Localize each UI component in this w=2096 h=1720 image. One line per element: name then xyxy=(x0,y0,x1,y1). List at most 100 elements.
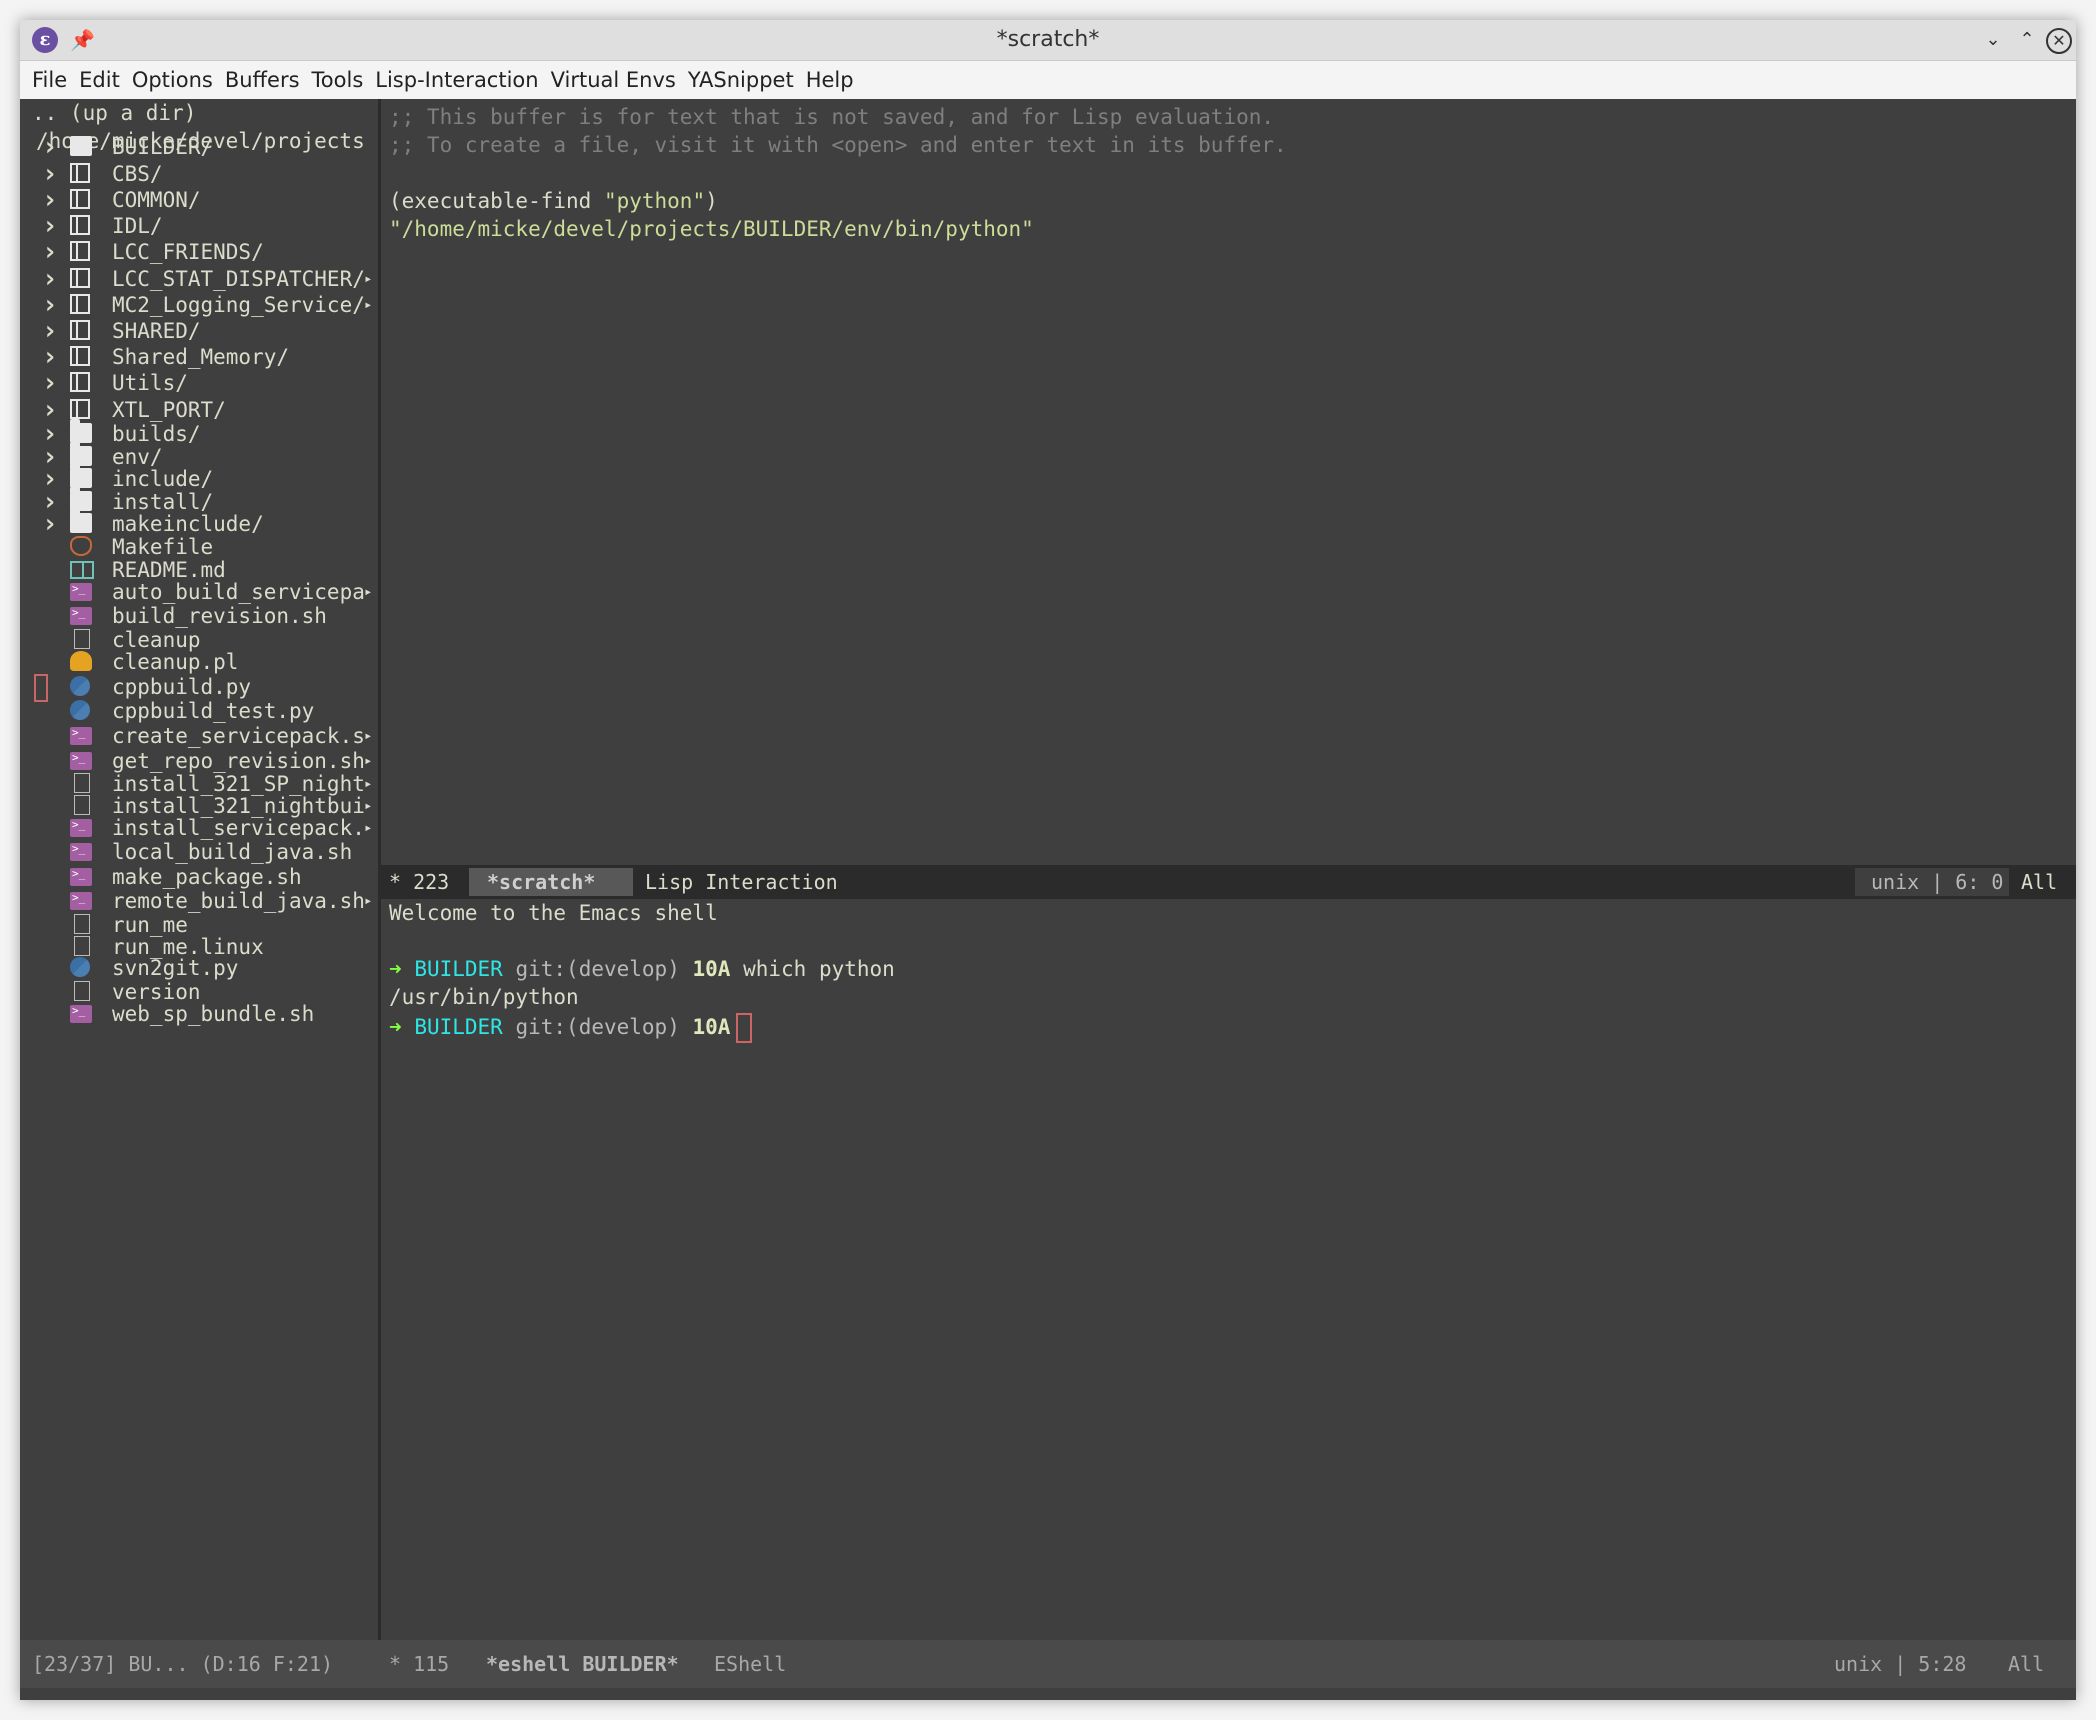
folder-icon xyxy=(70,442,92,466)
code-paren: ) xyxy=(705,189,718,213)
major-mode[interactable]: Lisp Interaction xyxy=(633,868,1855,896)
repository-icon xyxy=(70,372,90,392)
shell-welcome: Welcome to the Emacs shell xyxy=(389,901,718,925)
python-icon xyxy=(70,957,90,977)
menu-tools[interactable]: Tools xyxy=(306,61,370,99)
shell-prompt-line: ➜ BUILDER git:(develop) 10A which python xyxy=(389,957,895,981)
scratch-modeline: * 223 *scratch* Lisp Interaction unix | … xyxy=(381,865,2076,899)
repository-icon xyxy=(70,189,90,209)
tree-folder-item[interactable]: › LCC_FRIENDS/ xyxy=(20,237,378,267)
shell-output: /usr/bin/python xyxy=(389,985,579,1009)
shell-prompt-line[interactable]: ➜ BUILDER git:(develop) 10A xyxy=(389,1013,753,1043)
code-function: (executable-find xyxy=(389,189,604,213)
chevron-right-icon[interactable]: › xyxy=(42,237,58,267)
eshell-buffer[interactable]: Welcome to the Emacs shell ➜ BUILDER git… xyxy=(381,899,2076,1640)
tree-folder-item[interactable]: › Utils/ xyxy=(20,368,378,398)
maximize-button[interactable]: ⌃ xyxy=(2014,27,2040,53)
emacs-window: ε 📌 *scratch* ⌄ ⌃ ✕ File Edit Options Buffe… xyxy=(20,20,2076,1700)
echo-area xyxy=(20,1688,2076,1700)
tree-file-item[interactable]: web_sp_bundle.sh xyxy=(20,999,378,1029)
menu-virtual-envs[interactable]: Virtual Envs xyxy=(545,61,682,99)
folder-icon xyxy=(70,487,92,511)
menu-options[interactable]: Options xyxy=(126,61,219,99)
file-icon xyxy=(74,629,90,649)
repository-icon xyxy=(70,346,90,366)
folder-icon xyxy=(70,464,92,488)
up-dir-link[interactable]: .. (up a dir) xyxy=(32,101,196,125)
prompt-time: 10A xyxy=(692,957,731,981)
repository-icon xyxy=(70,294,90,314)
shell-script-icon xyxy=(70,726,92,745)
prompt-git: git:(develop) xyxy=(515,1015,680,1039)
major-mode[interactable]: EShell xyxy=(714,1640,786,1688)
shell-script-icon xyxy=(70,751,92,770)
scroll-position: All xyxy=(2009,868,2076,896)
sidebar-status: [23/37] BU... (D:16 F:21) xyxy=(32,1652,334,1676)
scroll-position: All xyxy=(2008,1652,2045,1676)
menu-yasnippet[interactable]: YASnippet xyxy=(682,61,800,99)
text-cursor xyxy=(736,1013,753,1043)
shell-script-icon xyxy=(70,842,92,861)
eval-result: "/home/micke/devel/projects/BUILDER/env/… xyxy=(389,217,1034,241)
prompt-dir: BUILDER xyxy=(414,1015,503,1039)
file-icon xyxy=(74,981,90,1001)
buffer-size: * 223 xyxy=(381,868,469,896)
file-tree-sidebar[interactable]: .. (up a dir) /home/micke/devel/projects… xyxy=(20,99,381,1640)
folder-icon xyxy=(70,419,92,443)
window-title: *scratch* xyxy=(996,27,1100,52)
perl-camel-icon xyxy=(70,651,92,671)
tree-item-label: LCC_FRIENDS/ xyxy=(112,240,264,264)
tree-folder-item[interactable]: › BUILDER/ xyxy=(20,132,378,162)
title-bar[interactable]: ε 📌 *scratch* ⌄ ⌃ ✕ xyxy=(20,20,2076,61)
eshell-modeline: [23/37] BU... (D:16 F:21) * 115 *eshell … xyxy=(20,1640,2076,1688)
file-icon xyxy=(74,773,90,793)
buffer-name[interactable]: *scratch* xyxy=(469,868,633,896)
chevron-right-icon[interactable]: › xyxy=(42,132,58,162)
encoding-position: unix | 5:28 xyxy=(1834,1652,1967,1676)
menu-file[interactable]: File xyxy=(20,61,73,99)
buffer-size: * 115 xyxy=(389,1652,450,1676)
prompt-arrow: ➜ xyxy=(389,957,402,981)
shell-script-icon xyxy=(70,606,92,625)
makefile-icon xyxy=(70,536,92,556)
shell-script-icon xyxy=(70,818,92,837)
menu-lisp-interaction[interactable]: Lisp-Interaction xyxy=(369,61,544,99)
shell-script-icon xyxy=(70,582,92,601)
code-string: "python" xyxy=(603,189,706,213)
tree-item-label: Utils/ xyxy=(112,371,188,395)
code-line: (executable-find "python") xyxy=(389,189,718,213)
chevron-right-icon[interactable]: › xyxy=(42,368,58,398)
repository-icon xyxy=(70,163,90,183)
comment-line: ;; This buffer is for text that is not s… xyxy=(389,105,1275,129)
file-icon xyxy=(74,795,90,815)
python-icon xyxy=(70,676,90,696)
scratch-editor[interactable]: ;; This buffer is for text that is not s… xyxy=(381,99,2076,865)
shell-script-icon xyxy=(70,867,92,886)
tree-item-label: BUILDER/ xyxy=(112,135,214,159)
folder-export-icon xyxy=(70,136,92,156)
shell-command: which python xyxy=(743,957,895,981)
menu-help[interactable]: Help xyxy=(800,61,860,99)
prompt-time: 10A xyxy=(692,1015,731,1039)
buffer-name[interactable]: *eshell BUILDER* xyxy=(486,1640,679,1688)
prompt-dir: BUILDER xyxy=(414,957,503,981)
menu-edit[interactable]: Edit xyxy=(73,61,126,99)
encoding-position: unix | 6: 0 xyxy=(1871,870,2004,894)
menu-buffers[interactable]: Buffers xyxy=(219,61,306,99)
repository-icon xyxy=(70,320,90,340)
prompt-arrow: ➜ xyxy=(389,1015,402,1039)
comment-line: ;; To create a file, visit it with <open… xyxy=(389,133,1287,157)
repository-icon xyxy=(70,215,90,235)
shell-script-icon xyxy=(70,891,92,910)
prompt-git: git:(develop) xyxy=(515,957,680,981)
python-icon xyxy=(70,700,90,720)
close-button[interactable]: ✕ xyxy=(2046,28,2072,54)
repository-icon xyxy=(70,399,90,419)
repository-icon xyxy=(70,241,90,261)
tree-item-label: web_sp_bundle.sh xyxy=(112,1002,315,1026)
shell-script-icon xyxy=(70,1004,92,1023)
folder-icon xyxy=(70,509,92,533)
repository-icon xyxy=(70,268,90,288)
menu-bar: File Edit Options Buffers Tools Lisp-Interact… xyxy=(20,61,2076,99)
minimize-button[interactable]: ⌄ xyxy=(1980,27,2006,53)
